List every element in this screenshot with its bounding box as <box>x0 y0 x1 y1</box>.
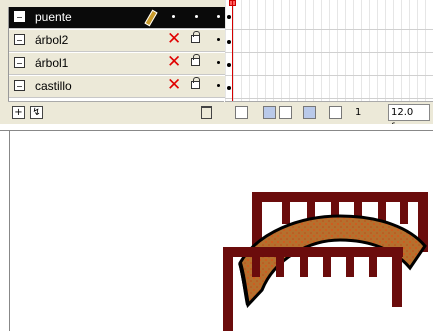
bridge-drawing[interactable] <box>0 0 433 331</box>
